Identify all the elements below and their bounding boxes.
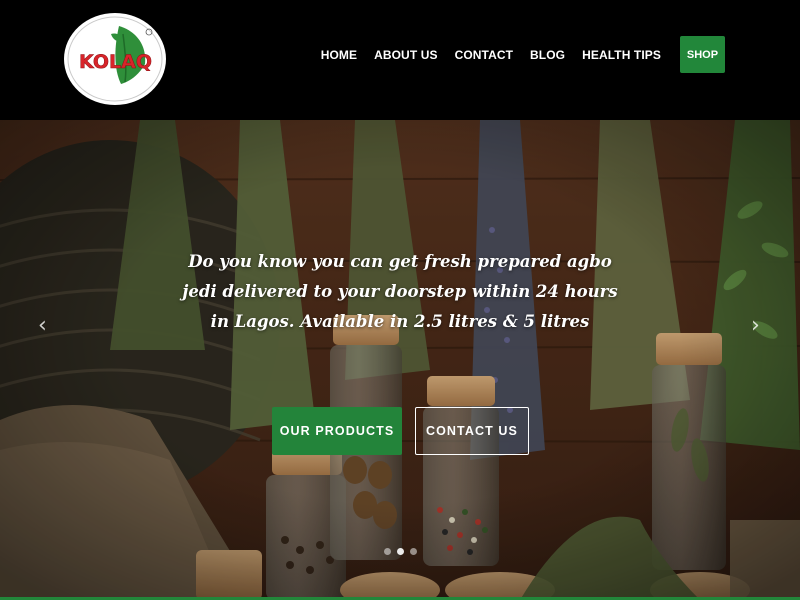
nav-contact[interactable]: CONTACT [455,48,513,62]
slider-dots [384,548,423,555]
slider-dot[interactable] [410,548,417,555]
slider-dot-active[interactable] [397,548,404,555]
hero-slider: Do you know you can get fresh prepared a… [0,120,800,600]
nav-home[interactable]: HOME [321,48,357,62]
site-header: KOLAQ HOME ABOUT US CONTACT BLOG HEALTH … [0,0,800,120]
hero-overlay [0,120,800,600]
nav-blog[interactable]: BLOG [530,48,565,62]
shop-button[interactable]: SHOP [680,36,725,73]
nav-health-tips[interactable]: HEALTH TIPS [582,48,661,62]
nav-about-us[interactable]: ABOUT US [374,48,437,62]
chevron-left-icon[interactable]: ‹ [38,315,47,337]
slider-dot[interactable] [384,548,391,555]
our-products-button[interactable]: OUR PRODUCTS [272,407,402,455]
chevron-right-icon[interactable]: › [751,315,760,337]
contact-us-button[interactable]: CONTACT US [415,407,529,455]
page: KOLAQ HOME ABOUT US CONTACT BLOG HEALTH … [0,0,800,600]
hero-headline: Do you know you can get fresh prepared a… [182,252,618,331]
svg-text:KOLAQ: KOLAQ [79,51,152,73]
main-nav: HOME ABOUT US CONTACT BLOG HEALTH TIPS S… [321,36,725,73]
brand-logo[interactable]: KOLAQ [63,12,167,106]
